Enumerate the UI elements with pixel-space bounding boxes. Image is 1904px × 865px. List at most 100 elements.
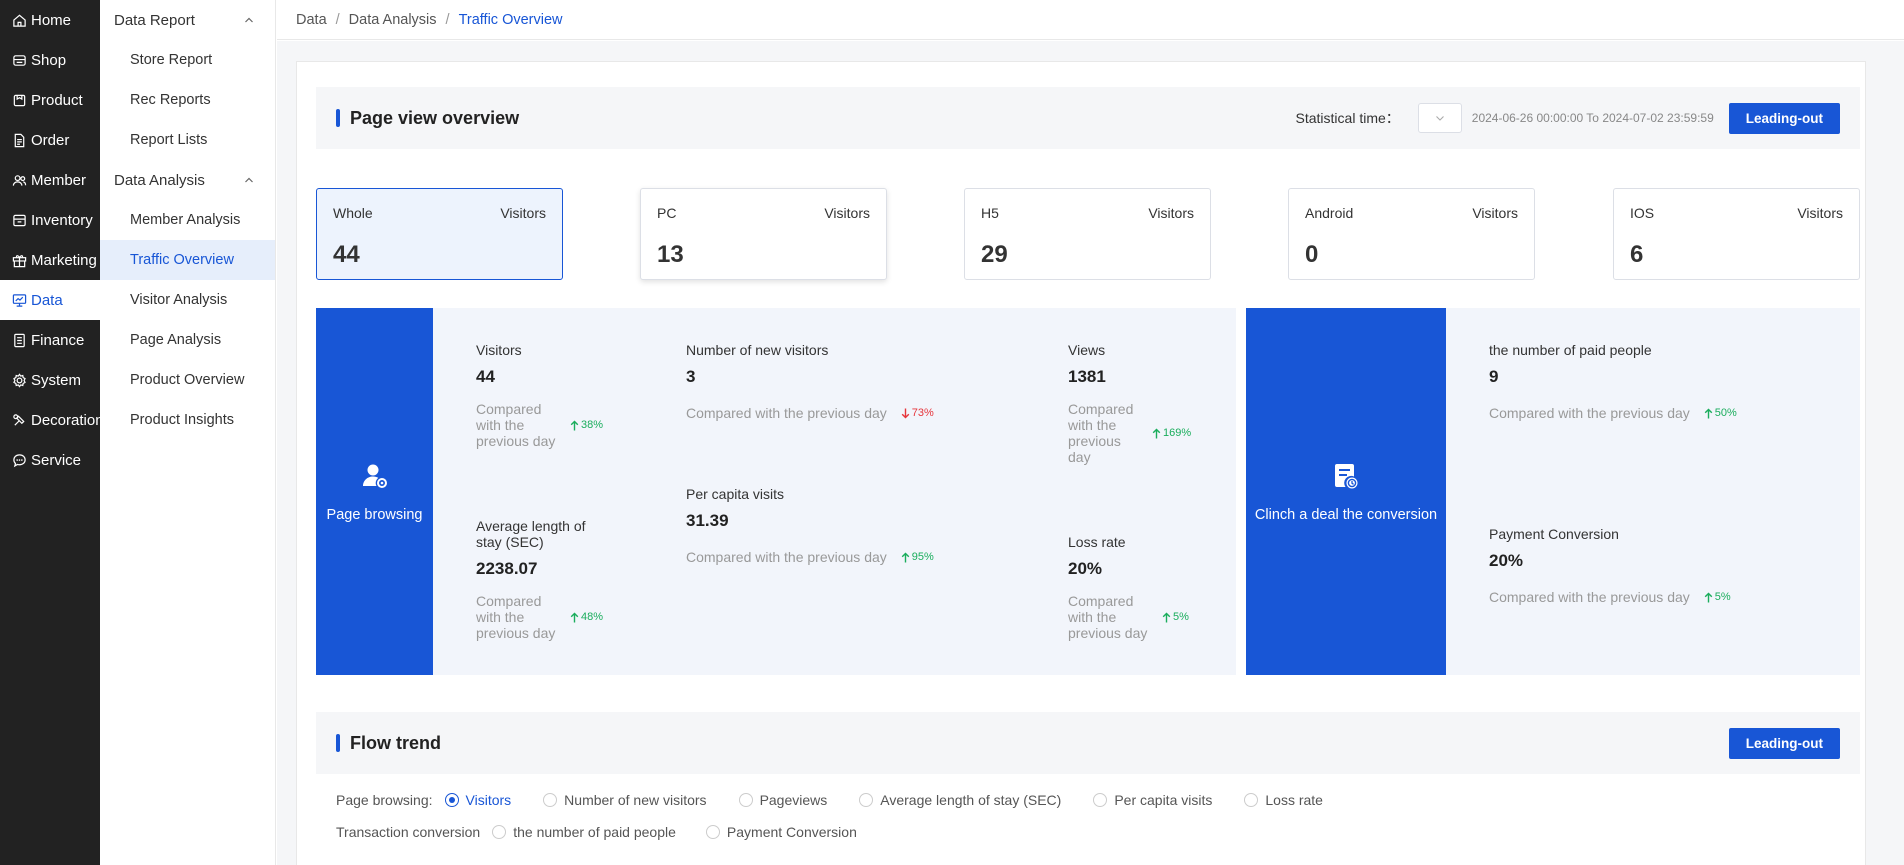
breadcrumb-item-current: Traffic Overview: [458, 11, 563, 28]
nav-item-marketing[interactable]: Marketing: [0, 240, 100, 280]
arrow-up-icon: [1162, 612, 1171, 622]
trend-value: 169%: [1163, 427, 1192, 439]
radio-visitors[interactable]: Visitors: [444, 792, 511, 808]
metric-value: 9: [1489, 367, 1499, 386]
section-accent-bar: [336, 109, 340, 127]
shop-icon: [13, 54, 26, 66]
breadcrumb-item-data[interactable]: Data: [296, 12, 327, 28]
card-name: PC: [657, 205, 677, 221]
metric-label: Average length of stay (SEC): [476, 518, 586, 550]
overview-header: Page view overview Statistical time： 202…: [316, 87, 1860, 149]
subnav-item-product-insights[interactable]: Product Insights: [100, 400, 275, 440]
time-range-select[interactable]: [1417, 103, 1462, 133]
nav-item-finance[interactable]: Finance: [0, 320, 100, 360]
metric-compare-row: Compared with the previous day 5%: [1068, 593, 1218, 641]
user-view-icon: [362, 464, 387, 488]
overview-export-button[interactable]: Leading-out: [1728, 102, 1840, 134]
nav-item-order[interactable]: Order: [0, 120, 100, 160]
trend-down: 73%: [901, 405, 934, 421]
breadcrumb-separator: /: [445, 11, 450, 28]
metric-payment-conversion: Payment Conversion 20% Compared with the…: [1489, 526, 1789, 605]
flow-controls: Leading-out: [1728, 727, 1860, 759]
radio-pageviews[interactable]: Pageviews: [738, 792, 828, 808]
subnav-group-data-report[interactable]: Data Report: [100, 0, 275, 40]
radio-new-visitors[interactable]: Number of new visitors: [543, 792, 707, 808]
metric-new-visitors: Number of new visitors 3 Compared with t…: [686, 342, 966, 421]
nav-label: Shop: [31, 51, 67, 69]
card-pc[interactable]: PC Visitors 13: [640, 188, 887, 280]
radio-per-capita-visits[interactable]: Per capita visits: [1093, 792, 1212, 808]
chevron-up-icon: [245, 177, 253, 183]
radio-average-stay[interactable]: Average length of stay (SEC): [859, 792, 1061, 808]
nav-label: Marketing: [31, 251, 97, 269]
card-whole[interactable]: Whole Visitors 44: [316, 188, 563, 280]
radio-dot[interactable]: [738, 793, 753, 807]
card-name: Android: [1305, 205, 1354, 221]
metric-value: 1381: [1068, 367, 1106, 386]
subnav-item-report-lists[interactable]: Report Lists: [100, 120, 275, 160]
subnav-item-member-analysis[interactable]: Member Analysis: [100, 200, 275, 240]
card-metric: Visitors: [1148, 205, 1194, 221]
trend-up: 48%: [570, 609, 603, 625]
radio-dot[interactable]: [543, 793, 558, 807]
breadcrumb-item-data-analysis[interactable]: Data Analysis: [349, 12, 437, 28]
nav-item-system[interactable]: System: [0, 360, 100, 400]
radio-label: Pageviews: [759, 792, 828, 808]
radio-label: Average length of stay (SEC): [880, 792, 1062, 808]
metric-views: Views 1381 Compared with the previous da…: [1068, 342, 1218, 465]
card-metric: Visitors: [1797, 205, 1843, 221]
trend-value: 38%: [581, 419, 604, 431]
trend-value: 73%: [911, 407, 934, 419]
breadcrumb-separator: /: [335, 11, 340, 28]
nav-item-member[interactable]: Member: [0, 160, 100, 200]
trend-up: 50%: [1704, 405, 1737, 421]
subnav-item-product-overview[interactable]: Product Overview: [100, 360, 275, 400]
trend-value: 50%: [1714, 407, 1737, 419]
nav-label: Product: [31, 91, 83, 109]
member-icon: [12, 174, 27, 186]
subnav-item-page-analysis[interactable]: Page Analysis: [100, 320, 275, 360]
radio-dot[interactable]: [1093, 793, 1108, 807]
transaction-radio-group: Transaction conversion the number of pai…: [336, 824, 889, 840]
nav-item-service[interactable]: Service: [0, 440, 100, 480]
chevron-down-icon: [1435, 116, 1444, 121]
trend-up: 5%: [1162, 609, 1189, 625]
nav-item-data[interactable]: Data: [0, 280, 100, 320]
metric-value: 20%: [1068, 559, 1103, 578]
flow-export-button[interactable]: Leading-out: [1728, 727, 1840, 759]
radio-payment-conversion[interactable]: Payment Conversion: [705, 824, 857, 840]
trend-value: 5%: [1173, 611, 1189, 623]
nav-item-inventory[interactable]: Inventory: [0, 200, 100, 240]
order-receipt-icon: [1335, 463, 1358, 488]
subnav-item-rec-reports[interactable]: Rec Reports: [100, 80, 275, 120]
subnav-item-visitor-analysis[interactable]: Visitor Analysis: [100, 280, 275, 320]
subnav-group-data-analysis[interactable]: Data Analysis: [100, 160, 275, 200]
system-icon: [13, 372, 26, 388]
radio-dot[interactable]: [444, 793, 459, 807]
arrow-up-icon: [901, 552, 910, 562]
radio-loss-rate[interactable]: Loss rate: [1244, 792, 1323, 808]
nav-item-product[interactable]: Product: [0, 80, 100, 120]
metric-label: the number of paid people: [1489, 342, 1652, 358]
metric-value: 20%: [1489, 551, 1524, 570]
subnav-item-store-report[interactable]: Store Report: [100, 40, 275, 80]
subnav-item-traffic-overview[interactable]: Traffic Overview: [100, 240, 275, 280]
nav-label: Data: [31, 291, 63, 309]
card-h5[interactable]: H5 Visitors 29: [964, 188, 1211, 280]
nav-item-decoration[interactable]: Decoration: [0, 400, 100, 440]
card-ios[interactable]: IOS Visitors 6: [1613, 188, 1860, 280]
card-value: 29: [981, 241, 1008, 268]
radio-dot[interactable]: [492, 825, 507, 839]
radio-dot[interactable]: [1244, 793, 1259, 807]
marketing-icon: [12, 254, 27, 267]
card-android[interactable]: Android Visitors 0: [1288, 188, 1535, 280]
breadcrumb: Data / Data Analysis / Traffic Overview: [277, 0, 1904, 40]
radio-dot[interactable]: [705, 825, 720, 839]
order-icon: [14, 133, 25, 147]
radio-paid-people[interactable]: the number of paid people: [492, 824, 676, 840]
nav-label: Inventory: [31, 211, 93, 229]
radio-dot[interactable]: [859, 793, 874, 807]
nav-item-home[interactable]: Home: [0, 0, 100, 40]
nav-item-shop[interactable]: Shop: [0, 40, 100, 80]
card-name: IOS: [1630, 205, 1655, 221]
